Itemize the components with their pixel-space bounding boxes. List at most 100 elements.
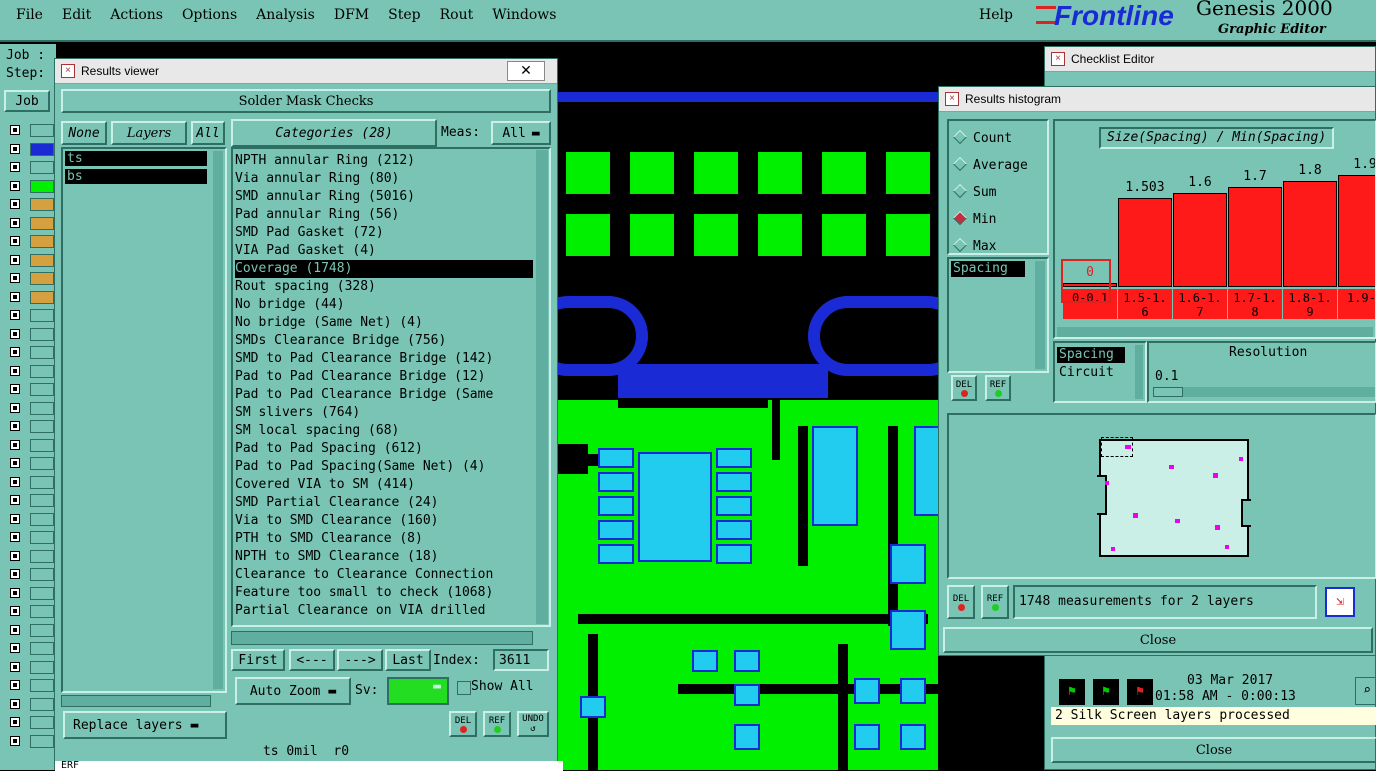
- category-item[interactable]: NPTH to SMD Clearance (18): [235, 548, 533, 566]
- menu-help[interactable]: Help: [979, 7, 1013, 23]
- category-item[interactable]: Partial Clearance on VIA drilled: [235, 602, 533, 620]
- sv-color-dropdown[interactable]: ▬: [387, 677, 449, 705]
- layer-checkbox-icon[interactable]: [10, 236, 20, 246]
- runner-icon[interactable]: ⚑: [1059, 679, 1085, 705]
- layer-row[interactable]: [0, 677, 56, 694]
- menu-dfm[interactable]: DFM: [334, 7, 369, 23]
- mode-option-min[interactable]: Min: [952, 206, 1028, 233]
- window-close-icon[interactable]: ×: [945, 92, 959, 106]
- layer-row[interactable]: [0, 418, 56, 435]
- layer-checkbox-icon[interactable]: [10, 365, 20, 376]
- histogram-ref-button[interactable]: REF: [985, 375, 1011, 401]
- layer-row[interactable]: [0, 659, 56, 676]
- preview-del-button[interactable]: DEL: [947, 585, 975, 619]
- layer-checkbox-icon[interactable]: [10, 180, 20, 191]
- checklist-close-button[interactable]: Close: [1051, 737, 1376, 763]
- layer-row[interactable]: [0, 455, 56, 472]
- layer-checkbox-icon[interactable]: [10, 680, 20, 690]
- layer-checkbox-icon[interactable]: [10, 495, 20, 505]
- category-item[interactable]: No bridge (Same Net) (4): [235, 314, 533, 332]
- first-button[interactable]: First: [231, 649, 285, 671]
- job-button[interactable]: Job: [4, 90, 50, 112]
- layer-checkbox-icon[interactable]: [10, 606, 20, 616]
- runner-icon[interactable]: ⚑: [1093, 679, 1119, 705]
- auto-zoom-dropdown[interactable]: Auto Zoom ▬: [235, 677, 351, 705]
- show-all-checkbox[interactable]: [457, 681, 471, 695]
- layer-checkbox-icon[interactable]: [10, 273, 20, 283]
- layer-row[interactable]: [0, 122, 56, 139]
- results-viewer-titlebar[interactable]: × Results viewer ✕: [55, 59, 557, 84]
- checklist-zoom-icon[interactable]: ⌕: [1355, 677, 1376, 705]
- layer-row[interactable]: [0, 178, 56, 195]
- layer-row[interactable]: [0, 344, 56, 361]
- layer-checkbox-icon[interactable]: [10, 310, 20, 320]
- attr-spacing[interactable]: Spacing: [1057, 347, 1125, 363]
- prev-button[interactable]: <---: [289, 649, 335, 671]
- layers-all-button[interactable]: All: [191, 121, 225, 145]
- layer-checkbox-icon[interactable]: [10, 550, 20, 561]
- layer-checkbox-icon[interactable]: [10, 384, 20, 394]
- attr-circuit[interactable]: Circuit: [1059, 365, 1114, 380]
- category-item[interactable]: PTH to SMD Clearance (8): [235, 530, 533, 548]
- layer-checkbox-icon[interactable]: [10, 402, 20, 413]
- layer-checkbox-icon[interactable]: [10, 143, 20, 154]
- layer-checkbox-icon[interactable]: [10, 458, 20, 468]
- layer-row[interactable]: [0, 141, 56, 158]
- histogram-bar[interactable]: [1118, 198, 1172, 287]
- menu-edit[interactable]: Edit: [62, 7, 91, 23]
- undo-button[interactable]: UNDO ↺: [517, 711, 549, 737]
- layer-item-ts[interactable]: ts: [65, 151, 207, 166]
- graphic-canvas[interactable]: [558, 44, 938, 770]
- category-item[interactable]: Feature too small to check (1068): [235, 584, 533, 602]
- menu-options[interactable]: Options: [182, 7, 237, 23]
- category-item[interactable]: Pad annular Ring (56): [235, 206, 533, 224]
- histogram-bar[interactable]: [1283, 180, 1337, 287]
- attrs-scrollbar[interactable]: [1135, 345, 1143, 399]
- layer-row[interactable]: [0, 215, 56, 232]
- mode-option-sum[interactable]: Sum: [952, 179, 1028, 206]
- histogram-titlebar[interactable]: × Results histogram: [939, 87, 1375, 112]
- layer-checkbox-icon[interactable]: [10, 254, 20, 265]
- layer-checkbox-icon[interactable]: [10, 347, 20, 357]
- replace-layers-dropdown[interactable]: Replace layers ▬: [63, 711, 227, 739]
- layer-checkbox-icon[interactable]: [10, 513, 20, 524]
- histogram-bar[interactable]: [1338, 174, 1375, 287]
- menu-analysis[interactable]: Analysis: [256, 7, 315, 23]
- layer-checkbox-icon[interactable]: [10, 532, 20, 542]
- category-item[interactable]: SMD to Pad Clearance Bridge (142): [235, 350, 533, 368]
- layer-checkbox-icon[interactable]: [10, 199, 20, 209]
- meas-dropdown[interactable]: All ▬: [491, 121, 551, 145]
- category-item[interactable]: Pad to Pad Clearance Bridge (Same: [235, 386, 533, 404]
- ref-button[interactable]: REF: [483, 711, 511, 737]
- histogram-bar[interactable]: [1228, 186, 1282, 287]
- layer-row[interactable]: [0, 603, 56, 620]
- layer-checkbox-icon[interactable]: [10, 735, 20, 746]
- preview-ref-button[interactable]: REF: [981, 585, 1009, 619]
- category-item[interactable]: Pad to Pad Spacing (612): [235, 440, 533, 458]
- category-item[interactable]: Clearance to Clearance Connection: [235, 566, 533, 584]
- mode-option-max[interactable]: Max: [952, 233, 1028, 260]
- layer-checkbox-icon[interactable]: [10, 476, 20, 487]
- menu-windows[interactable]: Windows: [492, 7, 556, 23]
- layer-checkbox-icon[interactable]: [10, 328, 20, 339]
- export-icon[interactable]: ⇲: [1325, 587, 1355, 617]
- menu-file[interactable]: File: [16, 7, 43, 23]
- layer-row[interactable]: [0, 640, 56, 657]
- category-item[interactable]: SM slivers (764): [235, 404, 533, 422]
- attribute-scrollbar[interactable]: [1035, 261, 1045, 369]
- layer-row[interactable]: [0, 400, 56, 417]
- layer-checkbox-icon[interactable]: [10, 698, 20, 709]
- layer-row[interactable]: [0, 714, 56, 731]
- layer-row[interactable]: [0, 381, 56, 398]
- resolution-slider[interactable]: [1153, 387, 1375, 397]
- category-item[interactable]: SMDs Clearance Bridge (756): [235, 332, 533, 350]
- layer-row[interactable]: [0, 585, 56, 602]
- layer-row[interactable]: [0, 270, 56, 287]
- category-item[interactable]: Via annular Ring (80): [235, 170, 533, 188]
- layer-row[interactable]: [0, 511, 56, 528]
- category-item[interactable]: Via to SMD Clearance (160): [235, 512, 533, 530]
- index-input[interactable]: 3611: [493, 649, 549, 671]
- layer-checkbox-icon[interactable]: [10, 569, 20, 579]
- layer-checkbox-icon[interactable]: [10, 587, 20, 598]
- layers-button[interactable]: Layers: [111, 121, 187, 145]
